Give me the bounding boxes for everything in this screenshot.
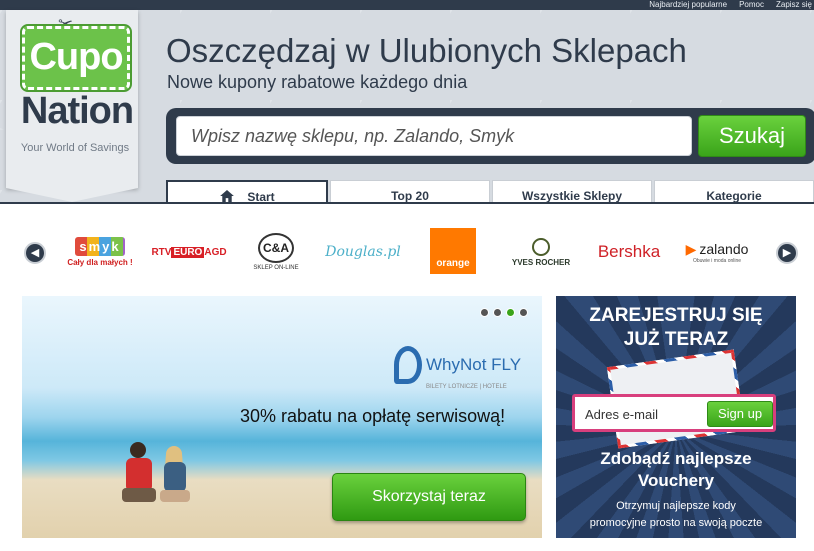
top-link-signup[interactable]: Zapisz się bbox=[776, 0, 812, 10]
logo-nation-text: Nation bbox=[20, 90, 134, 132]
beach-couple-image bbox=[122, 442, 190, 502]
register-headline-line1: Zdobądź najlepsze bbox=[600, 449, 752, 468]
brand-logo-ca[interactable]: C&A SKLEP ON-LINE bbox=[246, 230, 306, 274]
rtv-mid: EURO bbox=[171, 246, 205, 258]
promo-cta-button[interactable]: Skorzystaj teraz bbox=[332, 473, 526, 521]
brand-logo-bershka[interactable]: Bershka bbox=[594, 230, 664, 274]
ca-sub: SKLEP ON-LINE bbox=[253, 265, 299, 271]
carousel-prev-icon[interactable]: ◀ bbox=[24, 242, 46, 264]
header: ✂ Cupo Nation Your World of Savings Oszc… bbox=[0, 10, 814, 212]
rtv-prefix: RTV bbox=[151, 246, 172, 258]
carousel-next-icon[interactable]: ▶ bbox=[776, 242, 798, 264]
register-desc-line2: promocyjne prosto na swoją poczte bbox=[589, 517, 763, 529]
rtv-suffix: AGD bbox=[204, 246, 227, 258]
register-title-line1: ZAREJESTRUJ SIĘ bbox=[589, 305, 763, 326]
promo-banner[interactable]: WhyNot FLY BILETY LOTNICZE | HOTELE 30% … bbox=[22, 296, 542, 538]
site-logo[interactable]: ✂ Cupo Nation Your World of Savings bbox=[6, 10, 138, 202]
register-title-line2: JUŻ TERAZ bbox=[623, 329, 729, 350]
register-panel: ZAREJESTRUJ SIĘ JUŻ TERAZ Sign up Zdobąd… bbox=[556, 296, 796, 538]
whynotfly-logo: WhyNot FLY bbox=[394, 346, 521, 384]
brand-logo-orange[interactable]: orange bbox=[430, 228, 476, 274]
slider-dot[interactable] bbox=[480, 308, 489, 317]
home-icon bbox=[220, 190, 235, 202]
zalando-mark-icon: ▶ bbox=[685, 240, 697, 257]
smyk-name: smyk bbox=[75, 237, 125, 256]
search-bar: Szukaj bbox=[166, 108, 814, 164]
top-links: Najbardziej popularne Pomoc Zapisz się bbox=[649, 0, 814, 10]
logo-tagline: Your World of Savings bbox=[20, 142, 130, 154]
whynotfly-mark-icon bbox=[394, 346, 422, 384]
main-content: ◀ smyk Cały dla małych ! RTV EURO AGD C&A … bbox=[0, 202, 814, 551]
search-button[interactable]: Szukaj bbox=[698, 115, 806, 157]
slider-dot[interactable] bbox=[519, 308, 528, 317]
newsletter-form: Sign up bbox=[572, 394, 776, 432]
top-link-help[interactable]: Pomoc bbox=[739, 0, 764, 10]
brand-logo-zalando[interactable]: ▶ zalando Obuwie i moda online bbox=[684, 230, 750, 274]
signup-button[interactable]: Sign up bbox=[707, 401, 773, 427]
register-headline: Zdobądź najlepsze Vouchery bbox=[556, 448, 796, 492]
page-subtitle: Nowe kupony rabatowe każdego dnia bbox=[167, 72, 468, 92]
ca-name: C&A bbox=[258, 233, 294, 263]
yves-name: YVES ROCHER bbox=[511, 257, 571, 267]
promo-text: 30% rabatu na opłatę serwisową! bbox=[240, 406, 506, 426]
page-title: Oszczędzaj w Ulubionych Sklepach bbox=[166, 32, 687, 69]
register-description: Otrzymuj najlepsze kody promocyjne prost… bbox=[556, 498, 796, 532]
search-input[interactable] bbox=[176, 116, 692, 156]
register-title: ZAREJESTRUJ SIĘ JUŻ TERAZ bbox=[556, 304, 796, 352]
whynotfly-name: WhyNot FLY bbox=[426, 355, 522, 374]
brand-carousel: ◀ smyk Cały dla małych ! RTV EURO AGD C&A … bbox=[0, 222, 814, 282]
register-desc-line1: Otrzymuj najlepsze kody bbox=[616, 500, 736, 512]
logo-cupo-text: Cupo bbox=[20, 24, 132, 92]
smyk-sub: Cały dla małych ! bbox=[67, 258, 133, 267]
register-headline-line2: Vouchery bbox=[637, 471, 715, 490]
top-link-popular[interactable]: Najbardziej popularne bbox=[649, 0, 727, 10]
brand-logo-rtv-euro-agd[interactable]: RTV EURO AGD bbox=[151, 230, 227, 274]
yves-leaf-icon bbox=[532, 237, 550, 256]
brand-logo-douglas[interactable]: Douglas.pl bbox=[325, 230, 401, 274]
email-field[interactable] bbox=[585, 404, 695, 424]
zalando-name: zalando bbox=[699, 240, 749, 257]
slider-dot-active[interactable] bbox=[506, 308, 515, 317]
slider-dot[interactable] bbox=[493, 308, 502, 317]
brand-logo-smyk[interactable]: smyk Cały dla małych ! bbox=[66, 230, 134, 274]
zalando-sub: Obuwie i moda online bbox=[692, 257, 742, 264]
whynotfly-sub: BILETY LOTNICZE | HOTELE bbox=[426, 384, 507, 390]
slider-dots bbox=[480, 308, 528, 317]
brand-logo-yves-rocher[interactable]: YVES ROCHER bbox=[504, 230, 578, 274]
